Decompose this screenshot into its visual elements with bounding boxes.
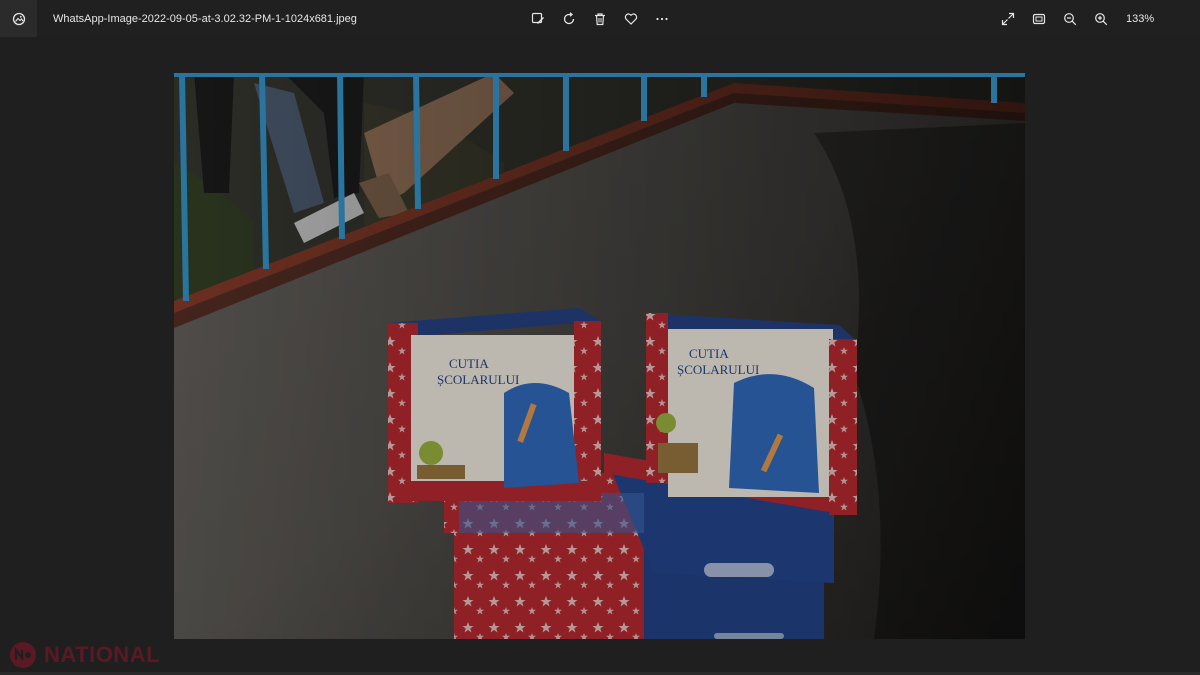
displayed-photo[interactable]: CUTIA ȘCOLARULUI CUTIA ȘCOLARULUI (174, 73, 1025, 639)
fullscreen-button[interactable] (992, 0, 1023, 37)
image-viewer[interactable]: CUTIA ȘCOLARULUI CUTIA ȘCOLARULUI (0, 37, 1200, 675)
watermark-text: NATIONAL (44, 642, 161, 667)
fit-to-window-button[interactable] (1023, 0, 1054, 37)
edit-image-icon (531, 12, 544, 24)
favorite-button[interactable] (615, 0, 646, 37)
rotate-icon (563, 11, 574, 24)
more-icon (655, 17, 668, 20)
zoom-in-button[interactable] (1085, 0, 1116, 37)
delete-button[interactable] (584, 0, 615, 37)
rotate-button[interactable] (553, 0, 584, 37)
watermark-logo-icon (10, 642, 36, 668)
fullscreen-icon (1001, 12, 1014, 25)
zoom-out-button[interactable] (1054, 0, 1085, 37)
delete-icon (594, 12, 605, 25)
center-toolbar (522, 0, 677, 37)
more-options-button[interactable] (646, 0, 677, 37)
photo-illustration: CUTIA ȘCOLARULUI CUTIA ȘCOLARULUI (174, 73, 1025, 639)
right-toolbar: 133% (992, 0, 1154, 37)
photos-app-icon[interactable] (0, 0, 37, 37)
zoom-level-readout: 133% (1126, 12, 1155, 25)
edit-image-button[interactable] (522, 0, 553, 37)
title-bar: WhatsApp-Image-2022-09-05-at-3.02.32-PM-… (0, 0, 1200, 37)
zoom-out-icon (1063, 12, 1076, 25)
zoom-in-icon (1094, 12, 1107, 25)
photos-logo-icon (12, 12, 25, 25)
file-name: WhatsApp-Image-2022-09-05-at-3.02.32-PM-… (53, 12, 357, 25)
watermark: NATIONAL (8, 640, 160, 670)
favorite-icon (624, 12, 637, 25)
fit-to-window-icon (1032, 13, 1045, 24)
